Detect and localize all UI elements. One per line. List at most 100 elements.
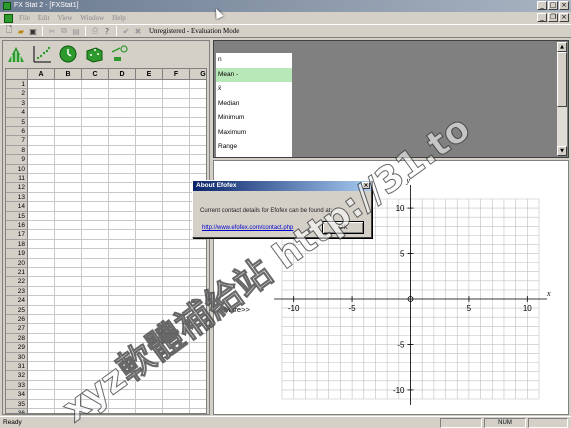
- cell-g35[interactable]: [190, 400, 206, 409]
- cell-a34[interactable]: [28, 390, 55, 400]
- cell-d6[interactable]: [109, 127, 136, 137]
- cell-g32[interactable]: [190, 371, 206, 381]
- cell-b22[interactable]: [55, 277, 82, 287]
- cell-g8[interactable]: [190, 146, 206, 156]
- cell-a8[interactable]: [28, 145, 55, 156]
- column-header-a[interactable]: A: [28, 69, 55, 80]
- cell-a18[interactable]: [28, 239, 55, 250]
- cell-b10[interactable]: [55, 164, 82, 174]
- cell-c25[interactable]: [82, 305, 109, 315]
- cell-d21[interactable]: [109, 268, 136, 278]
- cell-b11[interactable]: [55, 174, 82, 184]
- row-header-3[interactable]: 3: [6, 98, 28, 109]
- cell-e6[interactable]: [136, 127, 163, 137]
- cell-f4[interactable]: [163, 108, 190, 118]
- cell-f34[interactable]: [163, 390, 190, 400]
- row-header-16[interactable]: 16: [6, 221, 28, 231]
- cell-f13[interactable]: [163, 192, 190, 203]
- cell-e13[interactable]: [136, 192, 163, 203]
- cell-g25[interactable]: [190, 306, 206, 315]
- cell-c14[interactable]: [82, 202, 109, 212]
- cell-c12[interactable]: [82, 183, 109, 193]
- cell-c8[interactable]: [82, 145, 109, 156]
- cell-f17[interactable]: [163, 230, 190, 240]
- cell-e32[interactable]: [136, 371, 163, 381]
- cell-a19[interactable]: [28, 249, 55, 259]
- help-icon[interactable]: ?: [102, 26, 112, 36]
- cell-b5[interactable]: [55, 117, 82, 127]
- cell-b3[interactable]: [55, 98, 82, 109]
- cell-b34[interactable]: [55, 390, 82, 400]
- cell-e34[interactable]: [136, 390, 163, 400]
- clock-icon[interactable]: [57, 44, 79, 64]
- row-header-28[interactable]: 28: [6, 333, 28, 344]
- cell-e22[interactable]: [136, 277, 163, 287]
- cell-f29[interactable]: [163, 343, 190, 353]
- row-header-5[interactable]: 5: [6, 117, 28, 127]
- column-header-b[interactable]: B: [55, 69, 82, 80]
- cell-a11[interactable]: [28, 174, 55, 184]
- cell-a27[interactable]: [28, 324, 55, 334]
- cell-g9[interactable]: [190, 155, 206, 165]
- cell-g6[interactable]: [190, 127, 206, 137]
- cell-f16[interactable]: [163, 221, 190, 231]
- cell-d34[interactable]: [109, 390, 136, 400]
- cell-a32[interactable]: [28, 371, 55, 381]
- cell-e20[interactable]: [136, 258, 163, 268]
- cell-e2[interactable]: [136, 89, 163, 99]
- column-header-e[interactable]: E: [136, 69, 163, 80]
- cell-e28[interactable]: [136, 333, 163, 344]
- cell-e26[interactable]: [136, 315, 163, 325]
- cell-d7[interactable]: [109, 136, 136, 146]
- row-header-17[interactable]: 17: [6, 230, 28, 240]
- cell-a25[interactable]: [28, 305, 55, 315]
- cell-d27[interactable]: [109, 324, 136, 334]
- cell-e5[interactable]: [136, 117, 163, 127]
- row-header-13[interactable]: 13: [6, 192, 28, 203]
- cell-d5[interactable]: [109, 117, 136, 127]
- cell-d2[interactable]: [109, 89, 136, 99]
- cell-d36[interactable]: [109, 409, 136, 413]
- copy-icon[interactable]: ⧉: [59, 26, 69, 36]
- cell-b2[interactable]: [55, 89, 82, 99]
- cell-g26[interactable]: [190, 315, 206, 325]
- cell-g5[interactable]: [190, 118, 206, 127]
- scroll-thumb[interactable]: [557, 52, 567, 107]
- cell-d33[interactable]: [109, 380, 136, 391]
- cell-g18[interactable]: [190, 240, 206, 250]
- row-header-23[interactable]: 23: [6, 286, 28, 297]
- row-header-29[interactable]: 29: [6, 343, 28, 353]
- cell-g27[interactable]: [190, 324, 206, 334]
- cell-c27[interactable]: [82, 324, 109, 334]
- more-link[interactable]: More>>: [224, 305, 250, 314]
- row-header-25[interactable]: 25: [6, 305, 28, 315]
- menu-file[interactable]: File: [17, 14, 32, 22]
- cell-b28[interactable]: [55, 333, 82, 344]
- cell-d28[interactable]: [109, 333, 136, 344]
- row-header-7[interactable]: 7: [6, 136, 28, 146]
- cell-f18[interactable]: [163, 239, 190, 250]
- contact-link[interactable]: http://www.efofex.com/contact.php: [202, 225, 293, 231]
- cell-e8[interactable]: [136, 145, 163, 156]
- grid-corner[interactable]: [6, 69, 28, 80]
- cell-b6[interactable]: [55, 127, 82, 137]
- cell-f8[interactable]: [163, 145, 190, 156]
- cell-b25[interactable]: [55, 305, 82, 315]
- cell-f6[interactable]: [163, 127, 190, 137]
- cut-icon[interactable]: ✂: [47, 26, 57, 36]
- column-header-d[interactable]: D: [109, 69, 136, 80]
- scroll-up-arrow-icon[interactable]: ▲: [557, 42, 567, 52]
- cell-e11[interactable]: [136, 174, 163, 184]
- column-header-g[interactable]: G: [190, 69, 206, 80]
- cell-f22[interactable]: [163, 277, 190, 287]
- cell-b35[interactable]: [55, 399, 82, 409]
- cell-a31[interactable]: [28, 362, 55, 372]
- cell-b7[interactable]: [55, 136, 82, 146]
- cell-c17[interactable]: [82, 230, 109, 240]
- cell-b23[interactable]: [55, 286, 82, 297]
- doc-restore-button[interactable]: ❐: [548, 13, 558, 22]
- cell-a22[interactable]: [28, 277, 55, 287]
- cell-e14[interactable]: [136, 202, 163, 212]
- cell-g24[interactable]: [190, 296, 206, 306]
- cell-c1[interactable]: [82, 80, 109, 90]
